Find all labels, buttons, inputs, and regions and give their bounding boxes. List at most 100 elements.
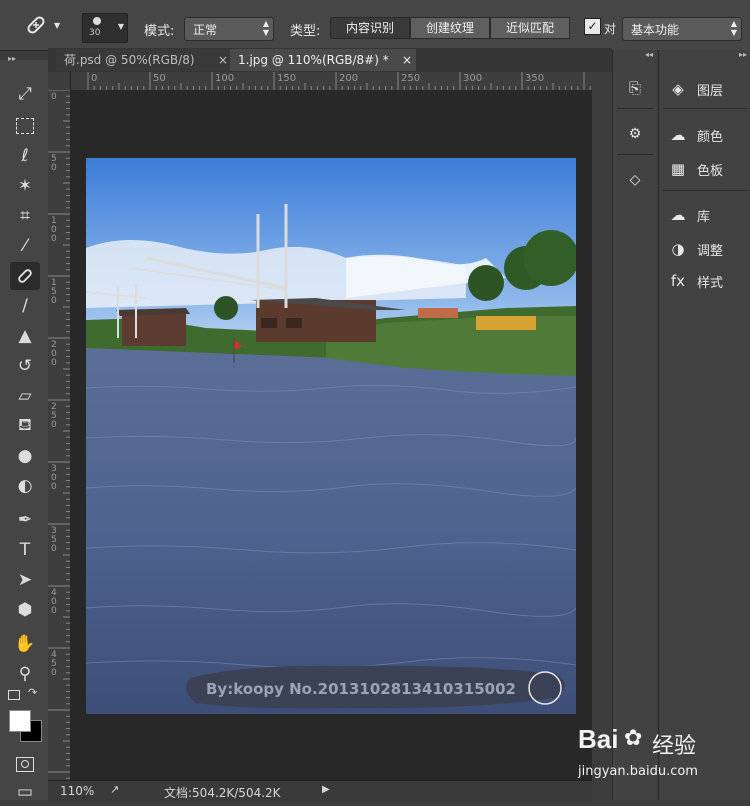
sample-all-layers-checkbox[interactable]: ✓ xyxy=(584,18,601,35)
yellow-boat xyxy=(476,316,536,330)
ruler-label: 200 xyxy=(339,73,359,84)
move-tool-icon[interactable]: ⤢ xyxy=(10,80,40,108)
ruler-origin[interactable] xyxy=(48,72,71,91)
document-tab[interactable]: 荷.psd @ 50%(RGB/8) × xyxy=(56,49,232,71)
proximity-match-button[interactable]: 近似匹配 xyxy=(490,17,570,39)
ruler-label: 150 xyxy=(277,73,297,84)
brush-dot-icon xyxy=(93,17,101,25)
updown-arrows-icon: ▲ ▼ xyxy=(730,19,737,37)
panel-label: 色板 xyxy=(697,163,724,179)
ruler-label: 300 xyxy=(463,73,483,84)
default-colors-icon[interactable] xyxy=(8,690,20,700)
ruler-label: 300 xyxy=(51,464,57,492)
panel-tab-layers[interactable]: ◈ 图层 xyxy=(667,76,723,102)
screen-mode-icon[interactable]: ▭ xyxy=(10,778,40,806)
eraser-tool-icon[interactable]: ▱ xyxy=(10,382,40,410)
panel-tab-libraries[interactable]: ☁ 库 xyxy=(667,202,711,228)
healing-brush-icon xyxy=(27,16,45,34)
marquee-tool-icon[interactable] xyxy=(10,112,40,140)
status-bar: 110% ↗ 文档:504.2K/504.2K ▶ xyxy=(48,780,592,801)
baidu-logo-text: Bai xyxy=(578,724,619,754)
status-menu-icon[interactable]: ↗ xyxy=(110,783,119,796)
panel-label: 调整 xyxy=(697,243,724,259)
layers-icon: ◈ xyxy=(672,80,684,98)
panel-collapse-icon[interactable]: ▸▸ xyxy=(739,50,747,59)
foreground-color-swatch[interactable] xyxy=(9,710,31,732)
baidu-url: jingyan.baidu.com xyxy=(578,764,698,779)
hand-tool-icon[interactable]: ✋ xyxy=(10,630,40,658)
shape-tool-icon[interactable]: ⬢ xyxy=(10,596,40,624)
workspace-value: 基本功能 xyxy=(631,23,680,37)
ruler-label: 50 xyxy=(153,73,166,84)
document-size: 文档:504.2K/504.2K xyxy=(164,786,281,800)
close-icon[interactable]: × xyxy=(218,49,228,71)
clone-stamp-tool-icon[interactable]: ▲ xyxy=(10,322,40,350)
document-image[interactable]: By:koopy No.2013102813410315002 xyxy=(86,158,576,714)
swap-colors-icon[interactable]: ↷ xyxy=(28,686,37,699)
ruler-label: 250 xyxy=(401,73,421,84)
path-selection-tool-icon[interactable]: ➤ xyxy=(10,566,40,594)
paths-panel-icon[interactable]: ◇ xyxy=(623,168,647,192)
type-tool-icon[interactable]: T xyxy=(10,536,40,564)
panel-collapse-icon[interactable]: ◂◂ xyxy=(645,50,653,59)
document-tab-bar: 荷.psd @ 50%(RGB/8) × 1.jpg @ 110%(RGB/8#… xyxy=(48,48,612,72)
zoom-tool-icon[interactable]: ⚲ xyxy=(10,660,40,688)
create-texture-button[interactable]: 创建纹理 xyxy=(410,17,490,39)
mode-select[interactable]: 正常 ▲ ▼ xyxy=(184,17,274,41)
panels-dock: ▸▸ ◈ 图层 ☁ 颜色 ▦ 色板 ☁ 库 ◑ 调整 fx 样式 xyxy=(658,50,750,800)
panel-tab-color[interactable]: ☁ 颜色 xyxy=(667,122,724,148)
panel-tab-swatches[interactable]: ▦ 色板 xyxy=(667,156,723,182)
brush-size-picker[interactable]: 30 ▼ xyxy=(82,13,128,43)
ruler-label: 100 xyxy=(215,73,235,84)
canvas-area[interactable]: By:koopy No.2013102813410315002 xyxy=(70,90,592,780)
panel-tab-styles[interactable]: fx 样式 xyxy=(667,268,723,294)
crop-tool-icon[interactable]: ⌗ xyxy=(10,202,40,230)
ruler-label: 350 xyxy=(51,526,57,554)
ruler-label: 150 xyxy=(51,278,57,306)
mode-label: 模式: xyxy=(144,24,175,39)
document-tab-active[interactable]: 1.jpg @ 110%(RGB/8#) * × xyxy=(230,49,416,71)
panel-label: 样式 xyxy=(697,275,724,291)
panel-tab-adjustments[interactable]: ◑ 调整 xyxy=(667,236,723,262)
healing-brush-tool-icon[interactable] xyxy=(10,262,40,290)
dodge-tool-icon[interactable]: ◐ xyxy=(10,472,40,500)
horizontal-ruler: 0 50 100 150 200 250 300 350 xyxy=(70,72,592,91)
workspace-select[interactable]: 基本功能 ▲ ▼ xyxy=(622,17,742,41)
tools-panel: ▸▸ ⤢ ℓ ✶ ⌗ ⁄ / ▲ ↺ ▱ ⛾ ● ◐ ✒ T ➤ ⬢ ✋ ⚲ ↷… xyxy=(0,54,49,802)
styles-icon: fx xyxy=(670,272,686,290)
ruler-label: 350 xyxy=(525,73,545,84)
options-bar: ▼ 30 ▼ 模式: 正常 ▲ ▼ 类型: 内容识别 创建纹理 近似匹配 ✓ 对 … xyxy=(0,0,750,51)
pen-tool-icon[interactable]: ✒ xyxy=(10,506,40,534)
quick-mask-icon[interactable] xyxy=(10,750,40,778)
eyedropper-tool-icon[interactable]: ⁄ xyxy=(10,232,40,260)
brush-tool-icon[interactable]: / xyxy=(10,292,40,320)
zoom-level[interactable]: 110% xyxy=(60,784,94,798)
properties-panel-icon[interactable]: ⚙ xyxy=(623,122,647,146)
chevron-down-icon: ▼ xyxy=(54,20,61,30)
history-panel-icon[interactable]: ⎘ xyxy=(623,76,647,100)
ruler-label: 450 xyxy=(51,650,57,678)
lasso-tool-icon[interactable]: ℓ xyxy=(10,142,40,170)
panel-collapse-icon[interactable]: ▸▸ xyxy=(8,54,16,63)
tool-preset-picker[interactable]: ▼ xyxy=(22,10,72,40)
baidu-logo-cn: 经验 xyxy=(652,734,697,759)
updown-arrows-icon: ▲ ▼ xyxy=(262,19,269,37)
swatches-icon: ▦ xyxy=(670,160,686,178)
watermark-text: By:koopy No.2013102813410315002 xyxy=(206,680,516,698)
close-icon[interactable]: × xyxy=(402,49,412,71)
history-brush-tool-icon[interactable]: ↺ xyxy=(10,352,40,380)
content-aware-button[interactable]: 内容识别 xyxy=(330,17,410,39)
ruler-label: 200 xyxy=(51,340,57,368)
adjustments-icon: ◑ xyxy=(671,240,685,258)
ruler-label: 100 xyxy=(51,216,57,244)
baidu-jingyan-logo: Bai ✿ 经验 jingyan.baidu.com xyxy=(578,724,748,784)
ruler-label: 0 xyxy=(51,92,57,102)
status-arrow-icon[interactable]: ▶ xyxy=(322,784,330,795)
magic-wand-tool-icon[interactable]: ✶ xyxy=(10,172,40,200)
tab-label: 1.jpg @ 110%(RGB/8#) * xyxy=(238,53,389,67)
panel-label: 图层 xyxy=(697,83,724,99)
sample-all-layers-label: 对 xyxy=(604,22,617,36)
tab-label: 荷.psd @ 50%(RGB/8) xyxy=(64,53,195,67)
blur-tool-icon[interactable]: ● xyxy=(10,442,40,470)
paint-bucket-tool-icon[interactable]: ⛾ xyxy=(10,412,40,440)
